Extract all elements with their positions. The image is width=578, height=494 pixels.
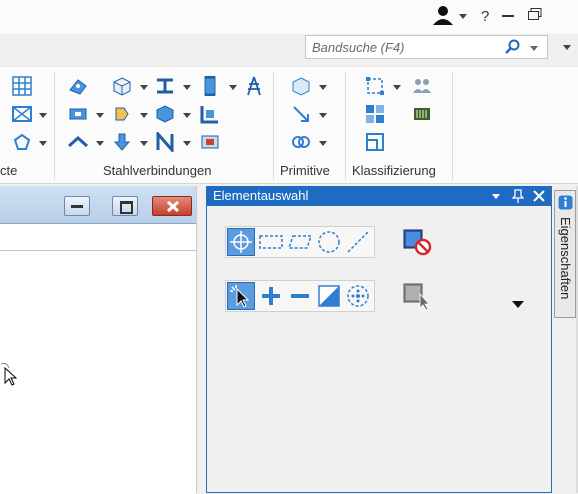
bend-icon[interactable]	[68, 132, 88, 152]
group-label-partial: cte	[0, 163, 18, 178]
view-close-button[interactable]	[152, 196, 192, 216]
line-primitive-icon[interactable]	[291, 104, 311, 124]
dropdown-icon[interactable]	[319, 141, 327, 146]
close-icon	[166, 200, 180, 213]
minimize-icon	[71, 205, 83, 208]
line-select-icon[interactable]	[345, 230, 371, 254]
view-maximize-button[interactable]	[112, 196, 138, 216]
svg-text:?: ?	[481, 8, 489, 25]
group-label-primitive: Primitive	[280, 163, 330, 178]
search-icon[interactable]	[505, 39, 521, 55]
connection-icon[interactable]	[68, 76, 88, 96]
ribbon-search-input[interactable]: Bandsuche (F4)	[305, 35, 548, 59]
ribbon-separator	[273, 72, 274, 180]
shape-select-icon[interactable]	[287, 230, 313, 254]
search-placeholder: Bandsuche (F4)	[312, 40, 405, 55]
classify-grid-icon[interactable]	[365, 104, 385, 124]
invert-selection-icon[interactable]	[316, 284, 342, 308]
box-primitive-icon[interactable]	[291, 76, 311, 96]
user-dropdown-icon[interactable]	[459, 14, 467, 19]
ribbon-separator	[54, 72, 55, 180]
user-icon[interactable]	[432, 4, 456, 26]
ribbon-separator	[345, 72, 346, 180]
dropdown-icon[interactable]	[183, 113, 191, 118]
block-select-icon[interactable]	[258, 230, 284, 254]
dropdown-icon[interactable]	[393, 85, 401, 90]
crosshair-icon	[230, 231, 252, 253]
tower-icon[interactable]	[244, 76, 264, 96]
bolt-icon[interactable]	[112, 104, 132, 124]
restore-icon[interactable]	[528, 8, 542, 20]
minimize-icon[interactable]	[502, 15, 514, 17]
view-canvas[interactable]	[0, 250, 196, 494]
close-icon[interactable]	[532, 189, 546, 203]
dropdown-icon[interactable]	[96, 141, 104, 146]
add-selection-icon[interactable]	[258, 284, 284, 308]
circle-select-icon[interactable]	[316, 230, 342, 254]
beam-connection-icon[interactable]	[155, 76, 175, 96]
dropdown-icon[interactable]	[140, 141, 148, 146]
dropdown-icon[interactable]	[319, 113, 327, 118]
classify-frame-icon[interactable]	[365, 132, 385, 152]
splice-icon[interactable]	[155, 104, 175, 124]
ribbon-separator	[452, 72, 453, 180]
flange-plate-icon[interactable]	[200, 132, 220, 152]
maximize-icon	[120, 201, 133, 214]
panel-menu-icon[interactable]	[492, 194, 500, 199]
dropdown-icon[interactable]	[183, 85, 191, 90]
classify-select-icon[interactable]	[365, 76, 385, 96]
search-dropdown-icon[interactable]	[530, 46, 538, 51]
app-titlebar: ?	[0, 0, 578, 34]
group-label-klassifizierung: Klassifizierung	[352, 163, 436, 178]
column-icon[interactable]	[200, 76, 220, 96]
help-icon[interactable]: ?	[480, 7, 492, 25]
cursor-icon	[1, 363, 17, 386]
clear-all-icon[interactable]	[345, 284, 371, 308]
arrow-cursor-icon	[230, 285, 250, 308]
select-all-icon[interactable]	[402, 282, 434, 312]
cube-icon[interactable]	[112, 76, 132, 96]
dropdown-icon[interactable]	[96, 113, 104, 118]
grid-icon[interactable]	[12, 76, 32, 96]
stiffener-icon[interactable]	[200, 104, 220, 124]
group-label-stahlverbindungen: Stahlverbindungen	[103, 163, 212, 178]
shape-icon[interactable]	[12, 132, 32, 152]
dropdown-icon[interactable]	[39, 141, 47, 146]
dropdown-icon[interactable]	[140, 85, 148, 90]
frame-icon[interactable]	[12, 104, 32, 124]
pin-icon[interactable]	[512, 189, 524, 203]
arrow-down-icon[interactable]	[112, 132, 132, 152]
people-group-icon[interactable]	[412, 76, 432, 96]
dropdown-icon[interactable]	[229, 85, 237, 90]
element-selection-titlebar: Elementauswahl	[207, 186, 551, 206]
subtract-selection-icon[interactable]	[287, 284, 313, 308]
properties-tab-label: Eigenschaften	[558, 217, 573, 300]
view-minimize-button[interactable]	[64, 196, 90, 216]
properties-icon	[558, 195, 573, 210]
new-selection-button[interactable]	[227, 282, 255, 310]
cylinder-primitive-icon[interactable]	[291, 132, 311, 152]
plate-icon[interactable]	[68, 104, 88, 124]
dropdown-icon[interactable]	[140, 113, 148, 118]
ribbon-options-icon[interactable]	[563, 45, 571, 50]
individual-select-button[interactable]	[227, 228, 255, 256]
barcode-icon[interactable]	[412, 104, 432, 124]
n-shape-icon[interactable]	[155, 132, 175, 152]
panel-title: Elementauswahl	[213, 188, 309, 203]
dropdown-icon[interactable]	[183, 141, 191, 146]
dropdown-icon[interactable]	[39, 113, 47, 118]
dropdown-icon[interactable]	[319, 85, 327, 90]
more-options-icon[interactable]	[512, 301, 524, 308]
clear-selection-icon[interactable]	[402, 228, 434, 258]
properties-side-tab[interactable]: Eigenschaften	[554, 190, 576, 318]
